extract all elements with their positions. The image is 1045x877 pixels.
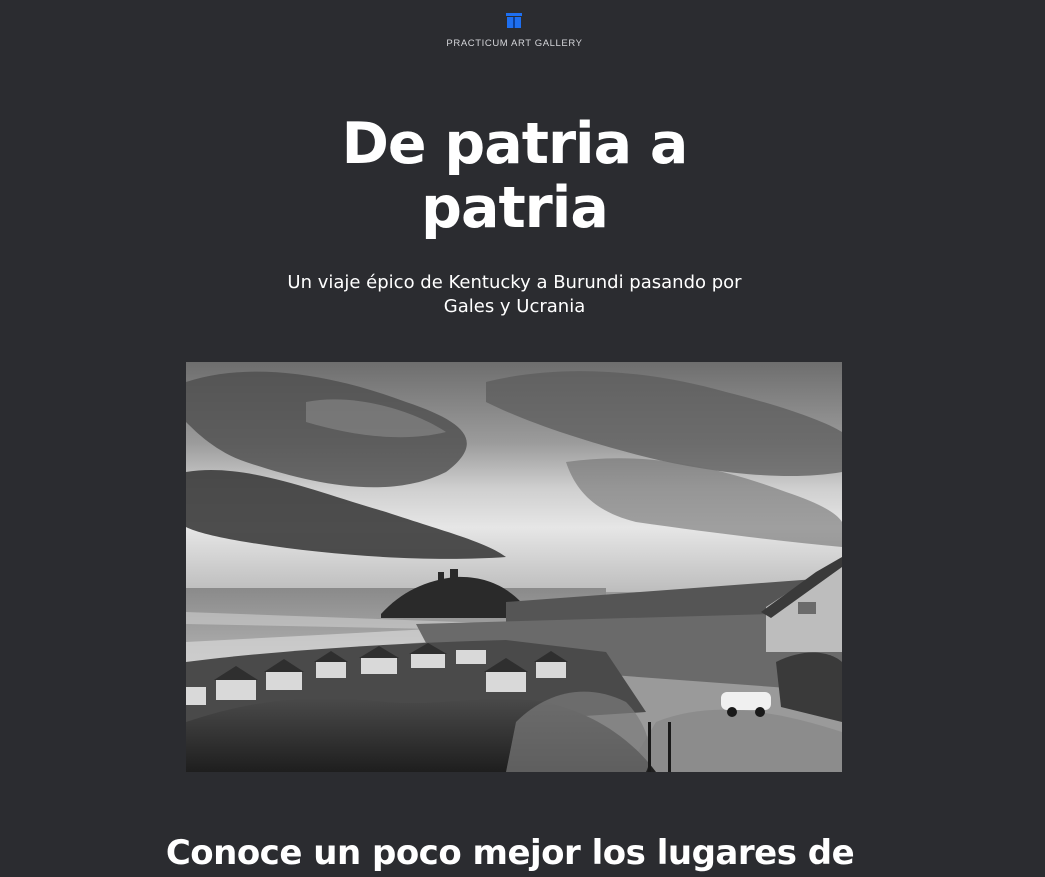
section-title: Conoce un poco mejor los lugares de <box>165 833 855 873</box>
hero-image <box>186 362 842 772</box>
site-header: PRACTICUM ART GALLERY <box>0 0 1045 60</box>
page-subtitle: Un viaje épico de Kentucky a Burundi pas… <box>287 272 742 317</box>
brand-name[interactable]: PRACTICUM ART GALLERY <box>0 38 1029 49</box>
coastal-town-photo <box>186 362 842 772</box>
page-title-text: De patria a patria <box>341 111 689 241</box>
page-title: De patria a patria <box>0 112 1029 240</box>
gallery-logo-icon[interactable] <box>506 13 522 29</box>
